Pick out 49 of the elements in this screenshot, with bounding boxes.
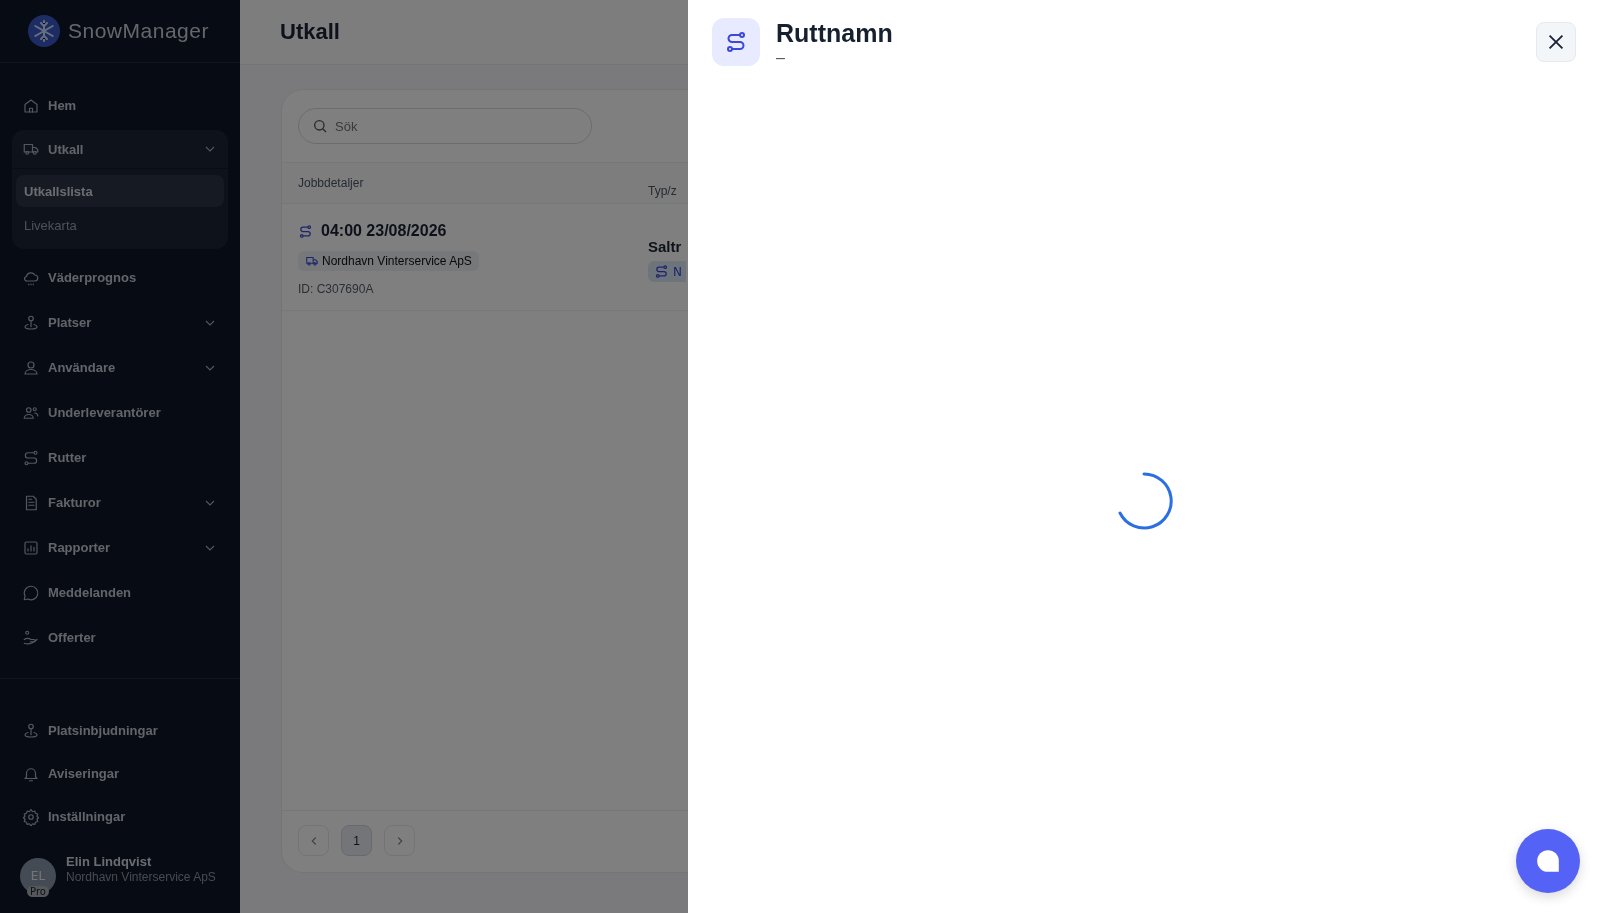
route-tag: N — [648, 261, 686, 282]
nav-item[interactable]: Offerter — [48, 630, 218, 646]
hand-icon — [22, 628, 40, 647]
nav-item[interactable]: Utkall — [48, 141, 194, 157]
nav-item[interactable]: Platsinbjudningar — [48, 723, 218, 738]
submenu-item[interactable]: Utkallslista — [16, 175, 224, 208]
route-icon — [654, 264, 669, 279]
user-company: Nordhavn Vinterservice ApS — [66, 869, 216, 886]
user-name: Elin Lindqvist — [66, 854, 153, 869]
nav-item[interactable]: Användare — [48, 360, 194, 376]
app-name: SnowManager — [68, 19, 209, 43]
job-type: Saltr — [648, 238, 683, 255]
drawer-title: Ruttnamn — [776, 18, 894, 48]
truck-icon — [305, 254, 319, 268]
nav-item[interactable]: Inställningar — [48, 809, 218, 824]
route-icon — [298, 223, 313, 239]
nav-item[interactable]: Hem — [48, 98, 218, 114]
page-button[interactable]: 1 — [341, 825, 372, 856]
snowflake-logo-icon — [28, 15, 60, 47]
job-id: ID: C307690A — [298, 282, 375, 296]
location-pin-icon — [22, 313, 40, 332]
table-row[interactable]: 04:00 23/08/2026 Nordhavn Vinterservice ApS ID: C307690A Saltr N — [282, 204, 688, 311]
chat-bubble-icon — [1535, 848, 1561, 874]
user-icon — [22, 358, 40, 377]
submenu-item[interactable]: Livekarta — [16, 209, 224, 242]
nav-item[interactable]: Fakturor — [48, 495, 194, 511]
settings-icon — [22, 807, 40, 826]
nav-item[interactable]: Rutter — [48, 450, 218, 466]
search-icon — [312, 118, 328, 134]
search-field[interactable]: Sök — [298, 108, 592, 144]
column-header: Jobbdetaljer — [298, 176, 365, 190]
drawer-subtitle: – — [776, 48, 786, 68]
column-header: Typ/z — [648, 183, 677, 198]
nav-item[interactable]: Underleverantörer — [48, 405, 218, 421]
job-time: 04:00 23/08/2026 — [321, 222, 447, 240]
route-icon — [712, 18, 760, 66]
bar-chart-icon — [22, 538, 40, 557]
company-tag: Nordhavn Vinterservice ApS — [298, 251, 479, 271]
nav-item[interactable]: Aviseringar — [48, 766, 218, 781]
close-button[interactable] — [1536, 22, 1576, 62]
nav-item[interactable]: Platser — [48, 315, 194, 331]
plan-badge: Pro — [27, 886, 49, 897]
nav-item[interactable]: Meddelanden — [48, 585, 218, 601]
location-pin-icon — [22, 721, 40, 740]
page-title: Utkall — [280, 19, 340, 45]
chat-bubble-icon — [22, 583, 40, 602]
route-icon — [22, 448, 40, 467]
nav-item[interactable]: Väderprognos — [48, 270, 218, 286]
nav-item[interactable]: Rapporter — [48, 540, 194, 556]
